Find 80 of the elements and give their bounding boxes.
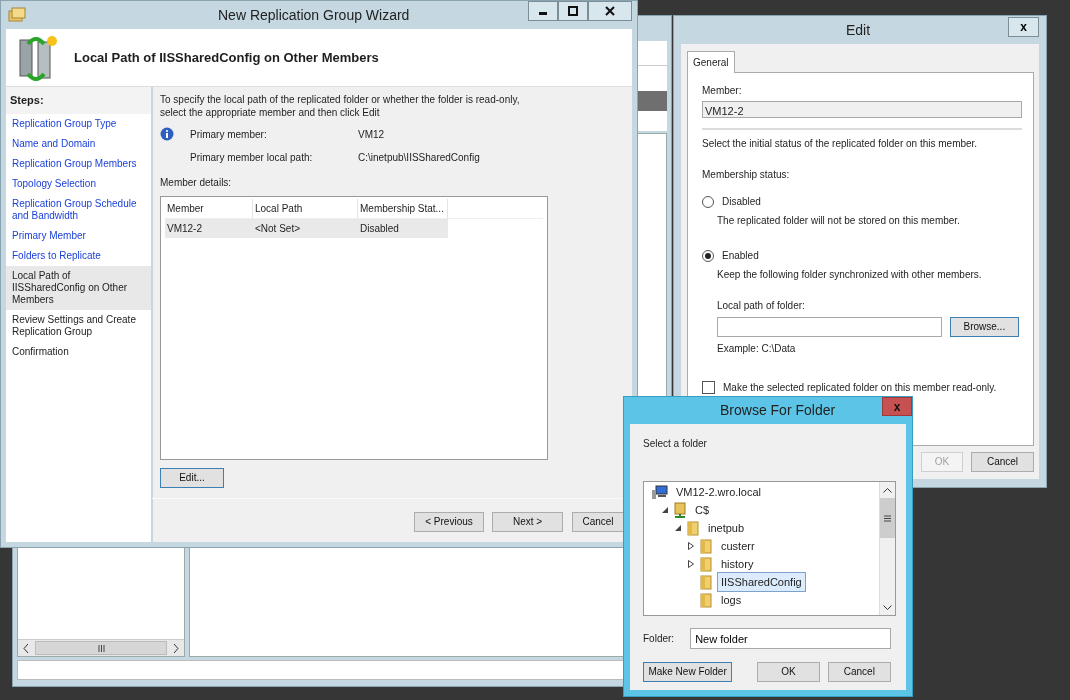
- radio-label: Disabled: [722, 195, 761, 209]
- grip-icon: [97, 644, 105, 652]
- step-link[interactable]: Replication Group Type: [6, 113, 151, 134]
- member-details-label: Member details:: [160, 176, 233, 190]
- radio-button[interactable]: [702, 249, 714, 262]
- info-value: C:\inetpub\IISSharedConfig: [358, 151, 480, 165]
- maximize-icon: [568, 6, 578, 16]
- folder-icon: [686, 520, 700, 536]
- dialog-button[interactable]: Cancel: [971, 452, 1034, 472]
- folder-field[interactable]: New folder: [690, 628, 891, 649]
- tab[interactable]: General: [687, 51, 735, 73]
- window-title: Browse For Folder: [720, 401, 836, 420]
- close-button[interactable]: x: [1008, 17, 1039, 37]
- step-item[interactable]: Confirmation: [6, 341, 151, 362]
- folder-label: Folder:: [643, 632, 675, 646]
- maximize-button[interactable]: [558, 1, 588, 21]
- instructions-text: To specify the local path of the replicated folder or whether the folder is read-only, select the appropriate member and then click Edit: [160, 93, 520, 119]
- page-heading: Local Path of IISSharedConfig on Other Members: [74, 48, 379, 67]
- steps-heading: Steps:: [6, 87, 151, 114]
- window-title: Edit: [846, 20, 871, 40]
- horizontal-scrollbar[interactable]: [18, 639, 184, 656]
- member-field: VM12-2: [702, 101, 1022, 118]
- dialog-button[interactable]: Cancel: [827, 662, 891, 682]
- scrollbar-thumb[interactable]: [35, 641, 167, 655]
- prompt-text: Select a folder: [643, 437, 708, 451]
- column-header[interactable]: Local Path: [253, 199, 358, 218]
- checkbox-label: Make the selected replicated folder on this member read-only.: [723, 381, 997, 395]
- local-path-field[interactable]: [717, 317, 942, 337]
- folder-icon: [699, 538, 713, 554]
- step-link[interactable]: Topology Selection: [6, 173, 151, 194]
- folder-icon: [699, 556, 713, 572]
- column-header[interactable]: Member: [165, 199, 253, 218]
- info-label: Primary member local path:: [190, 151, 314, 165]
- member-label: Member:: [702, 84, 743, 98]
- close-button[interactable]: [588, 1, 632, 21]
- option-description: The replicated folder will not be stored on this member.: [717, 214, 961, 228]
- checkbox[interactable]: [702, 381, 715, 394]
- server-sync-icon: [16, 33, 58, 82]
- minimize-button[interactable]: [528, 1, 558, 21]
- scrollbar-thumb[interactable]: [880, 498, 895, 538]
- info-label: Primary member:: [190, 128, 268, 142]
- local-path-label: Local path of folder:: [717, 299, 806, 313]
- option-description: Keep the following folder synchronized with other members.: [717, 268, 983, 282]
- radio-button[interactable]: [702, 195, 714, 208]
- table-cell-text: Disabled: [359, 222, 400, 236]
- radio-label: Enabled: [722, 249, 759, 263]
- close-icon: [605, 6, 615, 16]
- browse-button[interactable]: Browse...: [949, 317, 1019, 337]
- step-link[interactable]: Primary Member: [6, 225, 151, 246]
- table-cell-text: <Not Set>: [254, 222, 302, 236]
- wizard-button[interactable]: < Previous: [414, 512, 484, 532]
- example-text: Example: C:\Data: [717, 342, 797, 356]
- grip-icon: [884, 514, 891, 522]
- close-button[interactable]: x: [882, 397, 912, 416]
- info-icon: [160, 127, 174, 141]
- column-header[interactable]: Membership Stat...: [358, 199, 448, 218]
- step-link[interactable]: Folders to Replicate: [6, 245, 151, 266]
- membership-label: Membership status:: [702, 168, 791, 182]
- wizard-button[interactable]: Cancel: [572, 512, 624, 532]
- info-value: VM12: [358, 128, 386, 142]
- folder-icon: [699, 592, 713, 608]
- step-link[interactable]: Replication Group Members: [6, 153, 151, 174]
- edit-button[interactable]: Edit...: [160, 468, 224, 488]
- table-row[interactable]: VM12-2 <Not Set> Disabled: [165, 219, 448, 238]
- vertical-scrollbar[interactable]: [879, 482, 895, 615]
- intro-text: Select the initial status of the replicated folder on this member.: [702, 137, 979, 151]
- network-drive-icon: [673, 502, 687, 518]
- window-title: New Replication Group Wizard: [218, 5, 410, 25]
- folder-icon: [699, 574, 713, 590]
- step-link[interactable]: Name and Domain: [6, 133, 151, 154]
- folders-icon: [6, 5, 28, 25]
- dialog-button[interactable]: Make New Folder: [643, 662, 733, 682]
- dialog-button[interactable]: OK: [757, 662, 820, 682]
- computer-icon: [652, 485, 668, 499]
- table-cell-text: VM12-2: [166, 222, 203, 236]
- step-item[interactable]: Review Settings and Create Replication Group: [6, 309, 151, 342]
- wizard-button[interactable]: Next >: [492, 512, 563, 532]
- step-link[interactable]: Replication Group Schedule and Bandwidth: [6, 193, 151, 226]
- step-item[interactable]: Local Path of IISSharedConfig on Other Members: [6, 265, 151, 310]
- tree-item[interactable]: IISSharedConfig: [717, 571, 806, 593]
